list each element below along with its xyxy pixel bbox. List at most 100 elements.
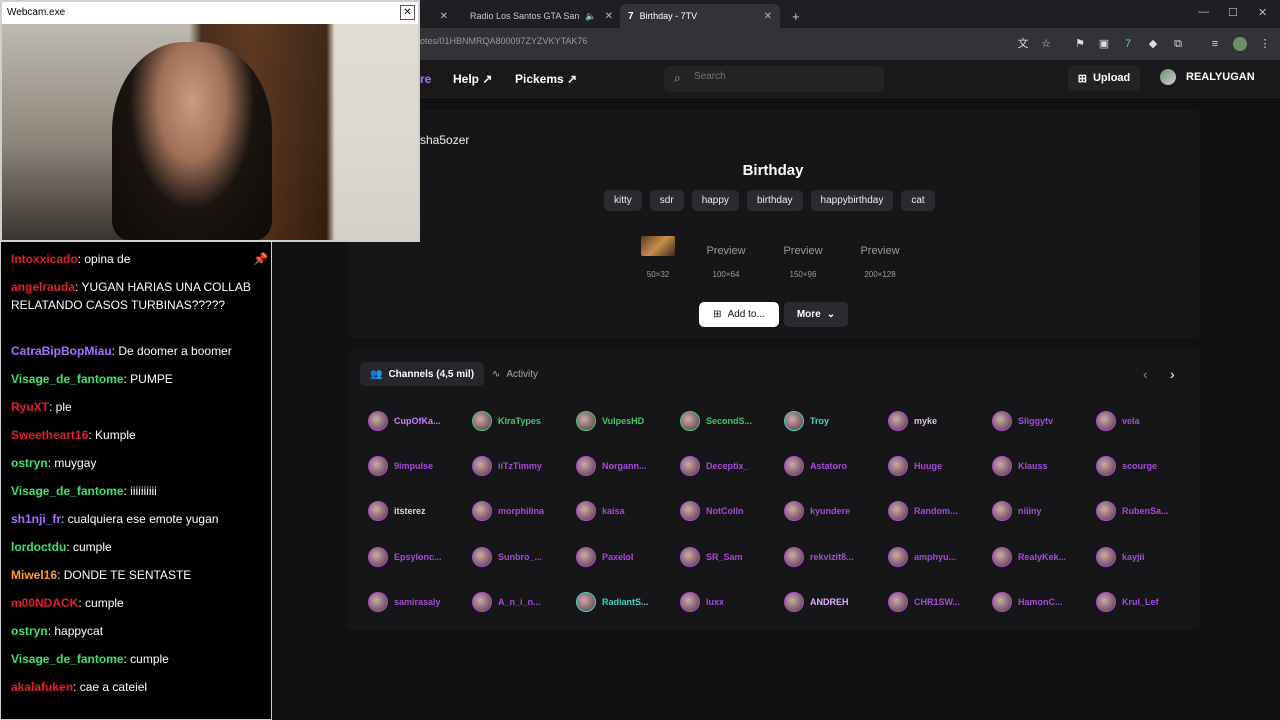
channel-item[interactable]: Deceptix_ xyxy=(680,455,780,477)
chat-username[interactable]: Miwel16 xyxy=(11,568,57,582)
translate-icon[interactable]: 文 xyxy=(1016,37,1030,51)
chat-username[interactable]: Visage_de_fantome xyxy=(11,372,124,386)
webcam-window[interactable]: Webcam.exe ✕ xyxy=(0,0,420,242)
speaker-icon[interactable]: 🔈 xyxy=(585,11,596,22)
nav-help-link[interactable]: Help ↗ xyxy=(453,72,492,86)
browser-tab-partial[interactable]: ✕ xyxy=(420,4,456,28)
chat-username[interactable]: angelrauda xyxy=(11,280,75,294)
chat-username[interactable]: akalafuken xyxy=(11,680,73,694)
channel-item[interactable]: Astatoro xyxy=(784,455,884,477)
channel-item[interactable]: Krul_Lef xyxy=(1096,591,1196,613)
chat-username[interactable]: sh1nji_fr xyxy=(11,512,61,526)
7tv-extension-icon[interactable]: 7 xyxy=(1121,37,1135,51)
extension-icon[interactable]: ▣ xyxy=(1097,37,1111,51)
channel-item[interactable]: niiiny xyxy=(992,500,1092,522)
channel-item[interactable]: iiTzTimmy xyxy=(472,455,572,477)
channel-item[interactable]: Klauss xyxy=(992,455,1092,477)
channel-item[interactable]: RealyKek... xyxy=(992,546,1092,568)
bookmark-star-icon[interactable]: ☆ xyxy=(1039,37,1053,51)
channel-item[interactable]: NotColln xyxy=(680,500,780,522)
tag-chip[interactable]: birthday xyxy=(746,190,803,211)
close-window-icon[interactable]: ✕ xyxy=(1258,6,1267,19)
channel-item[interactable]: Sliggytv xyxy=(992,410,1092,432)
channel-item[interactable]: Random... xyxy=(888,500,988,522)
close-icon[interactable]: ✕ xyxy=(756,11,772,22)
channel-item[interactable]: RadiantS... xyxy=(576,591,676,613)
close-icon[interactable]: ✕ xyxy=(432,11,448,22)
preview-2x[interactable]: Preview 100×64 xyxy=(696,236,756,279)
minimize-icon[interactable]: — xyxy=(1198,6,1209,18)
user-menu[interactable]: REALYUGAN xyxy=(1160,69,1255,85)
channel-item[interactable]: CupOfKa... xyxy=(368,410,468,432)
tag-chip[interactable]: happy xyxy=(691,190,739,211)
chat-username[interactable]: m00NDACK xyxy=(11,596,78,610)
channel-item[interactable]: Troy xyxy=(784,410,884,432)
channel-item[interactable]: RubenSa... xyxy=(1096,500,1196,522)
channel-item[interactable]: VulpesHD xyxy=(576,410,676,432)
channel-item[interactable]: kyundere xyxy=(784,500,884,522)
tab-channels[interactable]: 👥 Channels (4,5 mil) xyxy=(360,362,485,386)
channel-item[interactable]: myke xyxy=(888,410,988,432)
channel-item[interactable]: morphilina xyxy=(472,500,572,522)
tag-chip[interactable]: sdr xyxy=(649,190,684,211)
channel-item[interactable]: kayjii xyxy=(1096,546,1196,568)
tag-chip[interactable]: happybirthday xyxy=(810,190,894,211)
more-button[interactable]: More ⌄ xyxy=(784,302,848,327)
channel-item[interactable]: HamonC... xyxy=(992,591,1092,613)
channel-item[interactable]: kaisa xyxy=(576,500,676,522)
extension-icon[interactable]: ⚑ xyxy=(1073,37,1087,51)
channel-item[interactable]: SecondS... xyxy=(680,410,780,432)
channel-item[interactable]: A_n_i_n... xyxy=(472,591,572,613)
channel-item[interactable]: CHR1SW... xyxy=(888,591,988,613)
add-to-button[interactable]: ⊞ Add to... xyxy=(699,302,779,327)
channel-item[interactable]: SR_Sam xyxy=(680,546,780,568)
nav-pickems-link[interactable]: Pickems ↗ xyxy=(515,72,577,86)
search-input[interactable] xyxy=(694,71,874,82)
preview-4x[interactable]: Preview 200×128 xyxy=(848,236,912,279)
chat-username[interactable]: Sweetheart16 xyxy=(11,428,88,442)
chat-username[interactable]: Visage_de_fantome xyxy=(11,652,124,666)
channel-item[interactable]: scourge xyxy=(1096,455,1196,477)
channel-item[interactable]: itsterez xyxy=(368,500,468,522)
channel-item[interactable]: Norgann... xyxy=(576,455,676,477)
channel-item[interactable]: Huuge xyxy=(888,455,988,477)
channel-item[interactable]: 9impulse xyxy=(368,455,468,477)
prev-page-icon[interactable]: ‹ xyxy=(1143,366,1148,382)
chat-username[interactable]: CatraBipBopMiau xyxy=(11,344,112,358)
browser-tab-radio[interactable]: Radio Los Santos GTA San 🔈 ✕ xyxy=(456,4,616,28)
chat-username[interactable]: ostryn xyxy=(11,456,48,470)
channel-item[interactable]: rekvizit8... xyxy=(784,546,884,568)
maximize-icon[interactable]: ☐ xyxy=(1228,6,1238,19)
chat-username[interactable]: Intoxxicado xyxy=(11,252,78,266)
chat-username[interactable]: Visage_de_fantome xyxy=(11,484,124,498)
channel-item[interactable]: Sunbro_... xyxy=(472,546,572,568)
channel-item[interactable]: Paxelol xyxy=(576,546,676,568)
browser-tab-birthday[interactable]: 7 Birthday - 7TV ✕ xyxy=(620,4,780,28)
channel-item[interactable]: amphyu... xyxy=(888,546,988,568)
preview-3x[interactable]: Preview 150×96 xyxy=(772,236,834,279)
channel-item[interactable]: KiraTypes xyxy=(472,410,572,432)
chat-username[interactable]: lordoctdu xyxy=(11,540,66,554)
extension-icon[interactable]: ◆ xyxy=(1146,37,1160,51)
emote-owner[interactable]: sha5ozer xyxy=(420,133,469,147)
url-text[interactable]: otes/01HBNMRQA800097ZYZVKYTAK76 xyxy=(420,36,587,46)
close-icon[interactable]: ✕ xyxy=(400,5,415,20)
close-icon[interactable]: ✕ xyxy=(597,11,613,22)
profile-avatar-icon[interactable] xyxy=(1233,37,1247,51)
channel-item[interactable]: samirasaly xyxy=(368,591,468,613)
tag-chip[interactable]: kitty xyxy=(604,190,642,211)
menu-dots-icon[interactable]: ⋮ xyxy=(1258,37,1272,51)
next-page-icon[interactable]: › xyxy=(1170,366,1175,382)
upload-button[interactable]: ⊞ Upload xyxy=(1068,65,1140,91)
chat-username[interactable]: RyuXT xyxy=(11,400,49,414)
nav-store-link[interactable]: re xyxy=(420,72,431,86)
channel-item[interactable]: luxx xyxy=(680,591,780,613)
channel-item[interactable]: Epsylonc... xyxy=(368,546,468,568)
tag-chip[interactable]: cat xyxy=(901,190,935,211)
search-box[interactable]: ⌕ xyxy=(664,66,884,92)
media-icon[interactable]: ≡ xyxy=(1208,37,1222,51)
preview-1x[interactable]: 50×32 xyxy=(638,236,678,279)
puzzle-icon[interactable]: ⧉ xyxy=(1171,37,1185,51)
channel-item[interactable]: vela xyxy=(1096,410,1196,432)
new-tab-button[interactable]: + xyxy=(784,4,804,28)
